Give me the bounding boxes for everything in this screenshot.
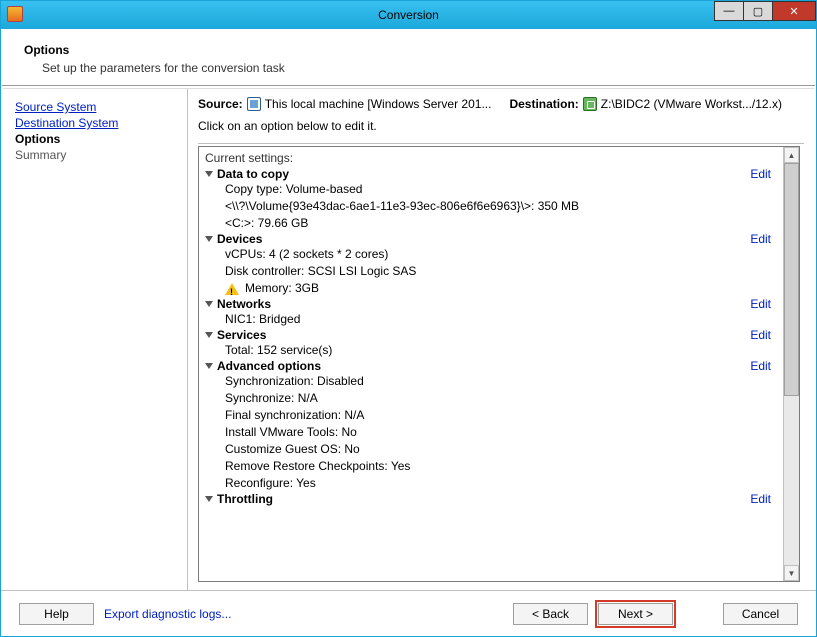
settings-list: Current settings: Data to copyEditCopy t…	[198, 146, 800, 582]
source-label: Source:	[198, 97, 243, 111]
back-button[interactable]: < Back	[513, 603, 588, 625]
edit-link[interactable]: Edit	[750, 328, 775, 342]
section-title: Networks	[217, 297, 750, 311]
wizard-step-summary: Summary	[15, 147, 187, 163]
disclosure-triangle-icon[interactable]	[205, 363, 213, 369]
minimize-button[interactable]: —	[714, 1, 744, 21]
section-item: Copy type: Volume-based	[203, 181, 783, 198]
wizard-step-source-system[interactable]: Source System	[15, 99, 187, 115]
section-services[interactable]: ServicesEdit	[203, 328, 783, 342]
section-item: Synchronization: Disabled	[203, 373, 783, 390]
hint-text: Click on an option below to edit it.	[198, 115, 804, 144]
page-subtitle: Set up the parameters for the conversion…	[24, 61, 793, 75]
section-title: Services	[217, 328, 750, 342]
scroll-up-button[interactable]: ▲	[784, 147, 799, 163]
computer-icon	[247, 97, 261, 111]
section-item: Total: 152 service(s)	[203, 342, 783, 359]
section-item: NIC1: Bridged	[203, 311, 783, 328]
edit-link[interactable]: Edit	[750, 232, 775, 246]
wizard-step-options: Options	[15, 131, 187, 147]
window-controls: — ▢ ✕	[715, 1, 816, 21]
cancel-button[interactable]: Cancel	[723, 603, 798, 625]
section-item: Customize Guest OS: No	[203, 441, 783, 458]
scroll-track[interactable]	[784, 163, 799, 565]
header-panel: Options Set up the parameters for the co…	[2, 29, 815, 86]
wizard-step-destination-system[interactable]: Destination System	[15, 115, 187, 131]
edit-link[interactable]: Edit	[750, 167, 775, 181]
warning-icon	[225, 283, 239, 295]
edit-link[interactable]: Edit	[750, 492, 775, 506]
section-item: Reconfigure: Yes	[203, 475, 783, 492]
wizard-sidebar: Source SystemDestination SystemOptionsSu…	[3, 89, 188, 590]
section-item: Final synchronization: N/A	[203, 407, 783, 424]
section-title: Data to copy	[217, 167, 750, 181]
disclosure-triangle-icon[interactable]	[205, 171, 213, 177]
main-area: Source SystemDestination SystemOptionsSu…	[3, 88, 814, 590]
help-button[interactable]: Help	[19, 603, 94, 625]
section-item: vCPUs: 4 (2 sockets * 2 cores)	[203, 246, 783, 263]
section-devices[interactable]: DevicesEdit	[203, 232, 783, 246]
section-advanced-options[interactable]: Advanced optionsEdit	[203, 359, 783, 373]
scrollbar[interactable]: ▲ ▼	[783, 147, 799, 581]
section-item: Disk controller: SCSI LSI Logic SAS	[203, 263, 783, 280]
footer: Help Export diagnostic logs... < Back Ne…	[1, 590, 816, 636]
section-item: <C:>: 79.66 GB	[203, 215, 783, 232]
maximize-button[interactable]: ▢	[743, 1, 773, 21]
scroll-thumb[interactable]	[784, 163, 799, 396]
disclosure-triangle-icon[interactable]	[205, 332, 213, 338]
disclosure-triangle-icon[interactable]	[205, 236, 213, 242]
content-pane: Source: This local machine [Windows Serv…	[188, 89, 814, 590]
disclosure-triangle-icon[interactable]	[205, 301, 213, 307]
page-title: Options	[24, 43, 793, 57]
window-title: Conversion	[378, 8, 439, 22]
section-item-text: Memory: 3GB	[245, 280, 319, 297]
section-throttling[interactable]: ThrottlingEdit	[203, 492, 783, 506]
current-settings-label: Current settings:	[203, 149, 783, 167]
section-item: Synchronize: N/A	[203, 390, 783, 407]
vm-icon	[583, 97, 597, 111]
section-item: <\\?\Volume{93e43dac-6ae1-11e3-93ec-806e…	[203, 198, 783, 215]
close-button[interactable]: ✕	[772, 1, 816, 21]
scroll-down-button[interactable]: ▼	[784, 565, 799, 581]
source-value: This local machine [Windows Server 201..…	[265, 97, 492, 111]
section-title: Devices	[217, 232, 750, 246]
section-item: Memory: 3GB	[203, 280, 783, 297]
source-destination-row: Source: This local machine [Windows Serv…	[198, 91, 812, 115]
app-icon	[7, 6, 23, 22]
section-item: Remove Restore Checkpoints: Yes	[203, 458, 783, 475]
titlebar: Conversion — ▢ ✕	[1, 1, 816, 29]
section-title: Throttling	[217, 492, 750, 506]
destination-label: Destination:	[509, 97, 578, 111]
next-button[interactable]: Next >	[598, 603, 673, 625]
section-data-to-copy[interactable]: Data to copyEdit	[203, 167, 783, 181]
section-item: Install VMware Tools: No	[203, 424, 783, 441]
section-networks[interactable]: NetworksEdit	[203, 297, 783, 311]
section-title: Advanced options	[217, 359, 750, 373]
edit-link[interactable]: Edit	[750, 359, 775, 373]
edit-link[interactable]: Edit	[750, 297, 775, 311]
destination-value: Z:\BIDC2 (VMware Workst.../12.x)	[601, 97, 782, 111]
disclosure-triangle-icon[interactable]	[205, 496, 213, 502]
export-logs-link[interactable]: Export diagnostic logs...	[104, 607, 231, 621]
